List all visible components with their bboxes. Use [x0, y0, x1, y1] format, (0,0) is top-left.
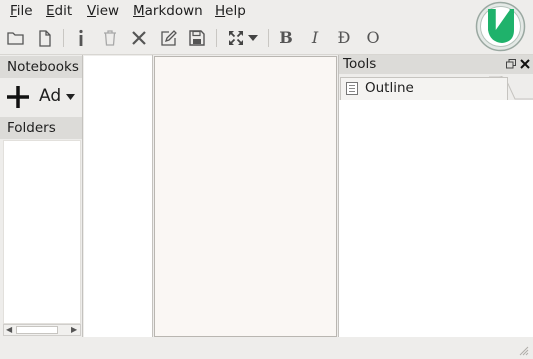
delete-note-button[interactable]	[98, 26, 122, 50]
strikethrough-button[interactable]: Đ	[332, 26, 356, 50]
panel-splitter[interactable]	[152, 55, 153, 337]
folders-header: Folders	[0, 117, 82, 139]
tools-title: Tools	[343, 56, 377, 72]
discard-changes-button[interactable]	[127, 26, 151, 50]
expand-view-button[interactable]	[224, 26, 262, 50]
expand-icon	[229, 31, 243, 45]
notebooks-title: Notebooks	[7, 59, 79, 75]
app-logo-icon	[475, 1, 526, 52]
menu-view[interactable]: View	[87, 3, 119, 19]
new-note-button[interactable]	[33, 26, 57, 50]
resize-grip-icon[interactable]	[519, 346, 529, 356]
folder-icon	[7, 32, 24, 45]
toolbar-separator	[63, 29, 64, 47]
scroll-left-icon[interactable]: ◀	[6, 325, 12, 335]
main-toolbar: B I Đ O	[0, 24, 475, 52]
close-icon	[132, 31, 146, 45]
tab-outline-label: Outline	[365, 80, 414, 96]
close-icon	[520, 59, 530, 69]
outline-panel[interactable]	[339, 100, 533, 337]
restore-icon	[506, 59, 516, 69]
panel-splitter[interactable]	[82, 55, 83, 337]
chevron-down-icon	[66, 94, 75, 100]
open-folder-button[interactable]	[4, 26, 28, 50]
folders-title: Folders	[7, 120, 56, 136]
toolbar-separator	[216, 29, 217, 47]
menu-help[interactable]: Help	[215, 3, 246, 19]
tab-outline[interactable]: Outline	[340, 77, 508, 101]
folders-horizontal-scrollbar[interactable]: ◀ ▶	[3, 324, 81, 336]
menu-bar: File Edit View Markdown Help	[0, 0, 533, 22]
chevron-down-icon	[248, 35, 258, 41]
scroll-right-icon[interactable]: ▶	[71, 325, 77, 335]
tools-dock-header: Tools	[339, 55, 533, 74]
notes-list[interactable]	[84, 56, 152, 337]
toolbar-separator	[268, 29, 269, 47]
plus-icon	[7, 86, 29, 108]
notebooks-header: Notebooks	[0, 56, 82, 78]
edit-icon	[160, 29, 177, 46]
notebook-selector[interactable]: Ad	[0, 78, 82, 116]
status-bar	[0, 337, 533, 359]
note-info-button[interactable]	[69, 26, 93, 50]
close-dock-button[interactable]	[520, 55, 530, 74]
bold-button[interactable]: B	[274, 26, 298, 50]
menu-edit[interactable]: Edit	[46, 3, 72, 19]
outline-icon	[346, 82, 358, 95]
folders-tree[interactable]	[3, 140, 81, 324]
menu-file[interactable]: File	[10, 3, 33, 19]
trash-icon	[104, 30, 116, 46]
menu-markdown[interactable]: Markdown	[133, 3, 203, 19]
save-icon	[189, 30, 205, 46]
inline-code-button[interactable]: O	[361, 26, 385, 50]
add-notebook-label: Ad	[39, 86, 62, 106]
save-note-button[interactable]	[185, 26, 209, 50]
float-dock-button[interactable]	[506, 55, 516, 74]
scrollbar-thumb[interactable]	[16, 326, 58, 334]
note-editor[interactable]	[154, 56, 337, 337]
info-icon	[79, 29, 83, 46]
italic-button[interactable]: I	[303, 26, 327, 50]
new-file-icon	[39, 29, 51, 47]
edit-note-button[interactable]	[156, 26, 180, 50]
